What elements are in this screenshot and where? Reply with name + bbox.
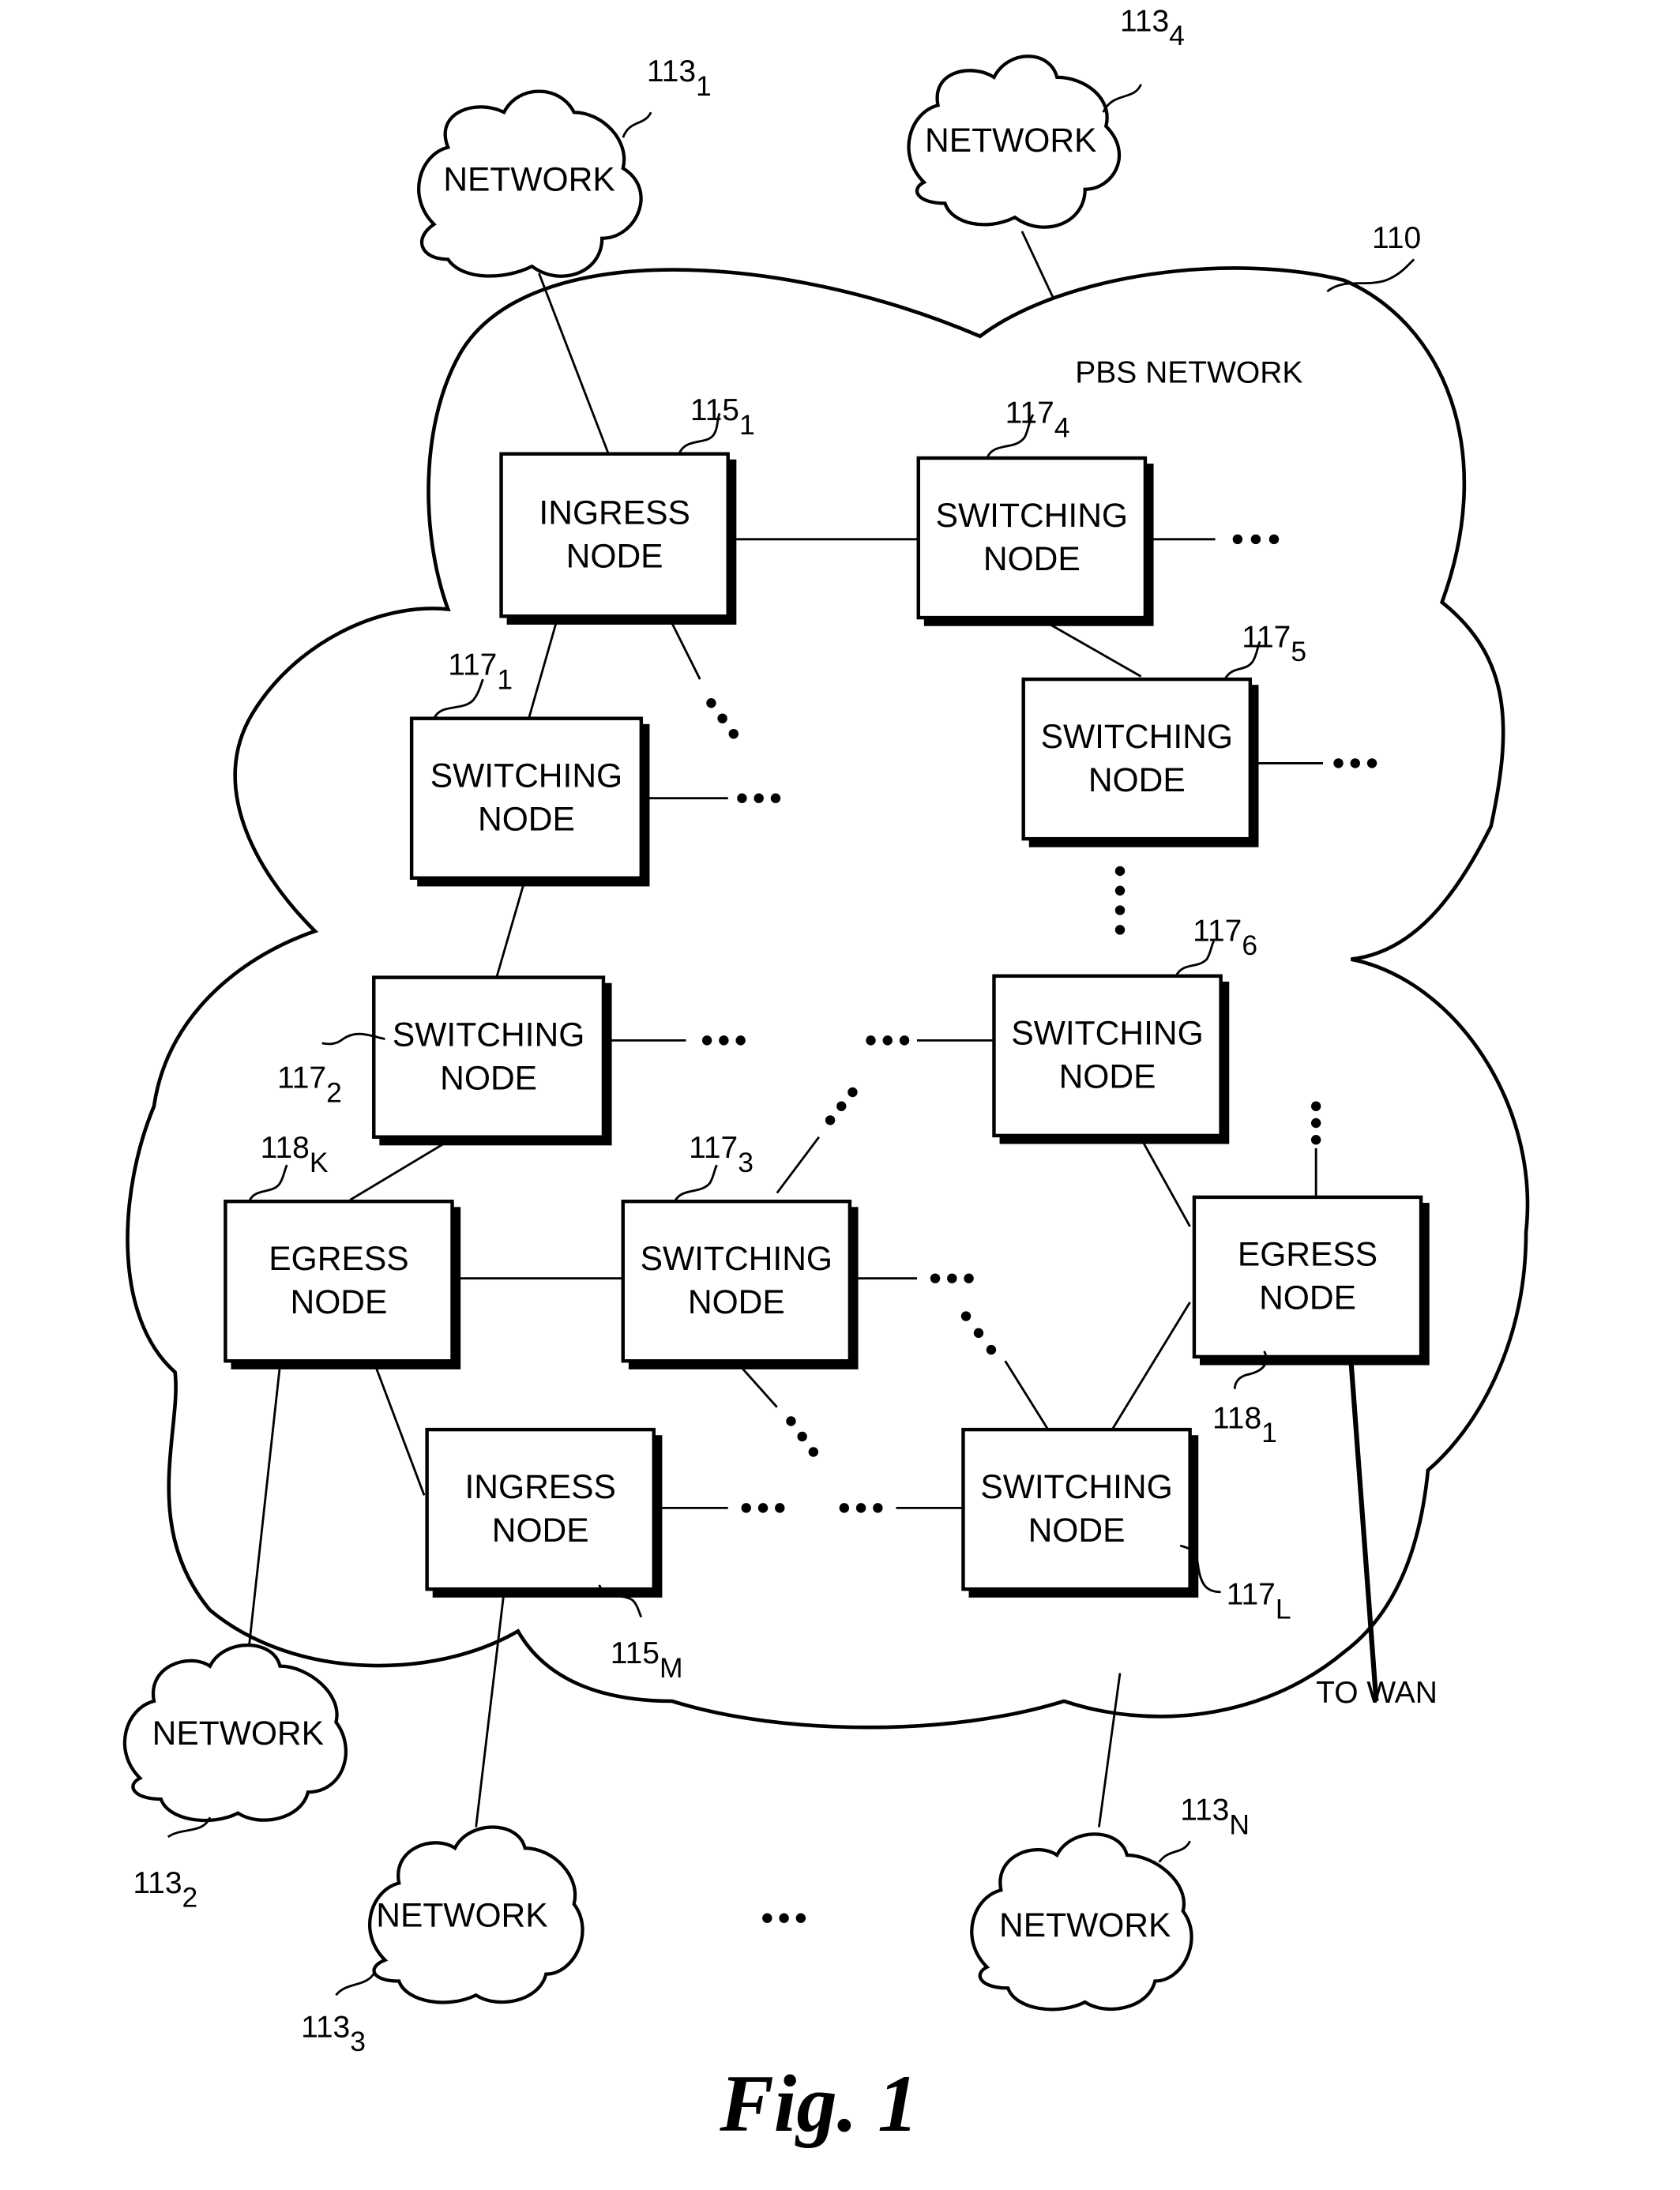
svg-text:SWITCHING: SWITCHING — [641, 1240, 832, 1278]
svg-text:SWITCHING: SWITCHING — [1041, 718, 1233, 756]
figure-caption: Fig. 1 — [719, 2059, 918, 2149]
network-label: NETWORK — [443, 160, 614, 198]
svg-text:NODE: NODE — [492, 1512, 589, 1550]
ellipsis-bottom — [762, 1913, 806, 1923]
external-network-113-N: NETWORK 113N — [970, 1794, 1250, 2012]
network-ref: 1133 — [301, 2010, 366, 2057]
network-label: NETWORK — [925, 122, 1096, 160]
main-network-label: PBS NETWORK — [1075, 355, 1302, 389]
svg-text:NODE: NODE — [566, 537, 663, 575]
svg-text:NODE: NODE — [290, 1283, 387, 1321]
network-ref: 1132 — [133, 1866, 197, 1914]
network-label: NETWORK — [376, 1896, 547, 1934]
network-label: NETWORK — [999, 1906, 1171, 1944]
network-ref: 113N — [1180, 1794, 1250, 1841]
external-network-113-3: NETWORK 1133 — [301, 1825, 584, 2057]
svg-text:NODE: NODE — [983, 540, 1081, 578]
external-network-113-2: NETWORK 1132 — [122, 1643, 348, 1914]
main-network-ref: 110 — [1372, 221, 1421, 255]
svg-text:SWITCHING: SWITCHING — [936, 497, 1128, 535]
svg-text:EGRESS: EGRESS — [1238, 1236, 1377, 1274]
pbs-network-diagram: 110 PBS NETWORK NETWORK 1131 NETWORK 113… — [122, 4, 1530, 2149]
svg-text:NODE: NODE — [1028, 1512, 1126, 1550]
svg-text:NODE: NODE — [440, 1059, 537, 1097]
svg-text:EGRESS: EGRESS — [269, 1240, 408, 1278]
svg-text:SWITCHING: SWITCHING — [393, 1016, 584, 1054]
svg-text:NODE: NODE — [478, 800, 575, 838]
svg-text:SWITCHING: SWITCHING — [1011, 1015, 1203, 1053]
external-network-113-1: NETWORK 1131 — [417, 54, 712, 278]
to-wan-label: TO WAN — [1316, 1676, 1438, 1710]
svg-text:SWITCHING: SWITCHING — [430, 757, 622, 795]
svg-text:NODE: NODE — [1059, 1058, 1156, 1096]
svg-text:NODE: NODE — [688, 1283, 785, 1321]
network-label: NETWORK — [152, 1715, 324, 1752]
svg-text:INGRESS: INGRESS — [464, 1468, 615, 1506]
network-ref: 1134 — [1120, 4, 1185, 51]
network-ref: 1131 — [647, 54, 712, 102]
svg-text:NODE: NODE — [1088, 761, 1186, 799]
svg-text:SWITCHING: SWITCHING — [980, 1468, 1172, 1506]
external-network-113-4: NETWORK 1134 — [907, 4, 1185, 229]
svg-text:INGRESS: INGRESS — [539, 494, 690, 532]
pbs-network-cloud — [126, 266, 1530, 1730]
svg-text:NODE: NODE — [1259, 1279, 1356, 1317]
